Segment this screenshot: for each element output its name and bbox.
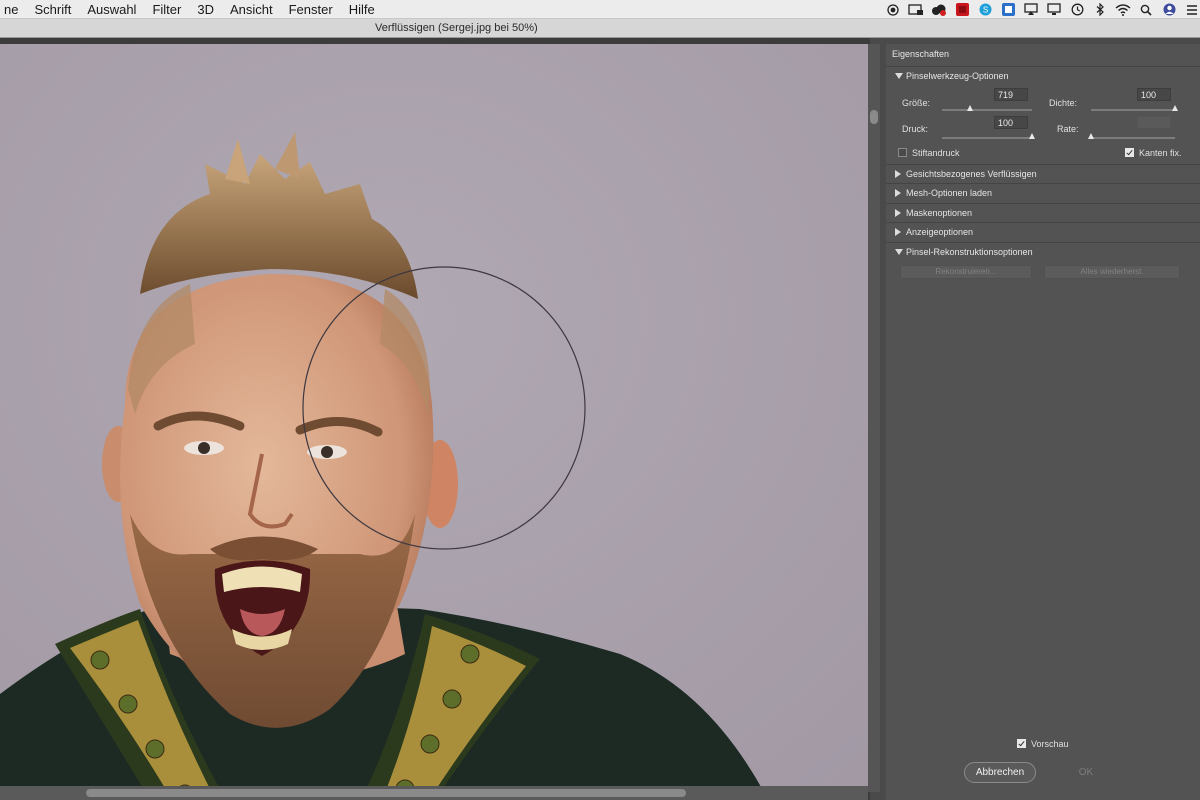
density-slider-handle[interactable] bbox=[1172, 105, 1178, 111]
pin-edges-checkbox[interactable] bbox=[1125, 148, 1134, 157]
app-icon[interactable] bbox=[954, 0, 970, 19]
density-slider-track[interactable] bbox=[1091, 109, 1175, 111]
section-label: Pinsel-Rekonstruktionsoptionen bbox=[906, 247, 1033, 257]
liquify-canvas[interactable] bbox=[0, 38, 870, 800]
wifi-icon[interactable] bbox=[1115, 0, 1131, 19]
section-mask-options[interactable]: Maskenoptionen bbox=[886, 203, 1200, 222]
horizontal-scrollbar[interactable] bbox=[0, 786, 868, 800]
size-slider-handle[interactable] bbox=[966, 105, 973, 111]
stylus-pressure-checkbox[interactable] bbox=[898, 148, 907, 157]
size-slider-track[interactable] bbox=[942, 109, 1032, 111]
expand-triangle-icon[interactable] bbox=[895, 228, 901, 236]
list-icon[interactable] bbox=[1184, 0, 1200, 19]
pin-edges-label: Kanten fix. bbox=[1139, 148, 1182, 158]
user-icon[interactable] bbox=[1161, 0, 1177, 19]
vertical-scrollbar-thumb[interactable] bbox=[870, 110, 878, 124]
menu-item-3d[interactable]: 3D bbox=[189, 0, 222, 19]
pressure-label: Druck: bbox=[902, 124, 929, 134]
reconstruct-button[interactable]: Rekonstruieren... bbox=[900, 265, 1032, 279]
pressure-slider-track[interactable] bbox=[942, 137, 1032, 139]
rate-slider-track bbox=[1091, 137, 1175, 139]
size-label: Größe: bbox=[902, 98, 931, 108]
display-icon[interactable] bbox=[1046, 0, 1062, 19]
preview-label: Vorschau bbox=[1031, 739, 1069, 749]
section-brush-reconstruct-options[interactable]: Pinsel-Rekonstruktionsoptionen bbox=[886, 242, 1200, 261]
expand-triangle-icon[interactable] bbox=[895, 170, 901, 178]
size-input[interactable] bbox=[994, 88, 1028, 101]
expand-triangle-icon[interactable] bbox=[895, 249, 903, 255]
status-icons: S bbox=[878, 0, 1200, 19]
airplay-icon[interactable] bbox=[1023, 0, 1039, 19]
stylus-pressure-label: Stiftandruck bbox=[912, 148, 960, 158]
expand-triangle-icon[interactable] bbox=[895, 209, 901, 217]
section-label: Gesichtsbezogenes Verflüssigen bbox=[906, 169, 1037, 179]
dropbox-icon[interactable] bbox=[1000, 0, 1016, 19]
expand-triangle-icon[interactable] bbox=[895, 189, 901, 197]
cloud-icon[interactable] bbox=[931, 0, 947, 19]
expand-triangle-icon[interactable] bbox=[895, 73, 903, 79]
cancel-button[interactable]: Abbrechen bbox=[964, 762, 1036, 783]
pressure-slider-handle[interactable] bbox=[1029, 133, 1035, 139]
panel-title: Eigenschaften bbox=[892, 49, 950, 59]
dialog-title: Verflüssigen (Sergej.jpg bei 50%) bbox=[375, 22, 538, 34]
menu-item-hilfe[interactable]: Hilfe bbox=[341, 0, 383, 19]
search-icon[interactable] bbox=[1138, 0, 1154, 19]
menu-bar: ne Schrift Auswahl Filter 3D Ansicht Fen… bbox=[0, 0, 1200, 19]
svg-text:S: S bbox=[982, 6, 987, 15]
restore-all-button[interactable]: Alles wiederherst. bbox=[1044, 265, 1180, 279]
menu-item-auswahl[interactable]: Auswahl bbox=[79, 0, 144, 19]
screen-capture-icon[interactable] bbox=[908, 0, 924, 19]
horizontal-scrollbar-thumb[interactable] bbox=[86, 789, 686, 797]
density-input[interactable] bbox=[1137, 88, 1171, 101]
section-face-aware-liquify[interactable]: Gesichtsbezogenes Verflüssigen bbox=[886, 164, 1200, 183]
bluetooth-icon[interactable] bbox=[1092, 0, 1108, 19]
properties-panel: Eigenschaften Pinselwerkzeug-Optionen Gr… bbox=[886, 44, 1200, 800]
rate-label: Rate: bbox=[1057, 124, 1079, 134]
time-machine-icon[interactable] bbox=[1069, 0, 1085, 19]
section-load-mesh-options[interactable]: Mesh-Optionen laden bbox=[886, 183, 1200, 202]
dialog-title-bar: Verflüssigen (Sergej.jpg bei 50%) bbox=[0, 19, 1200, 38]
section-brush-tool-options[interactable]: Pinselwerkzeug-Optionen bbox=[886, 66, 1200, 85]
skype-icon[interactable]: S bbox=[977, 0, 993, 19]
pressure-input[interactable] bbox=[994, 116, 1028, 129]
section-label: Mesh-Optionen laden bbox=[906, 188, 993, 198]
record-icon[interactable] bbox=[885, 0, 901, 19]
menu-items: ne Schrift Auswahl Filter 3D Ansicht Fen… bbox=[0, 0, 383, 19]
menu-item-schrift[interactable]: Schrift bbox=[26, 0, 79, 19]
menu-item-ansicht[interactable]: Ansicht bbox=[222, 0, 281, 19]
menu-item-fenster[interactable]: Fenster bbox=[281, 0, 341, 19]
section-label: Maskenoptionen bbox=[906, 208, 973, 218]
density-label: Dichte: bbox=[1049, 98, 1078, 108]
preview-checkbox[interactable] bbox=[1017, 739, 1026, 748]
rate-slider-handle bbox=[1088, 133, 1094, 139]
ok-button[interactable]: OK bbox=[1066, 762, 1106, 783]
menu-item-bildbearbeitung[interactable]: ne bbox=[0, 0, 26, 19]
section-label: Anzeigeoptionen bbox=[906, 227, 974, 237]
portrait-photo[interactable] bbox=[0, 44, 868, 800]
section-view-options[interactable]: Anzeigeoptionen bbox=[886, 222, 1200, 241]
menu-item-filter[interactable]: Filter bbox=[144, 0, 189, 19]
section-label: Pinselwerkzeug-Optionen bbox=[906, 71, 1009, 81]
vertical-scrollbar[interactable] bbox=[868, 44, 880, 792]
rate-input bbox=[1137, 116, 1171, 129]
